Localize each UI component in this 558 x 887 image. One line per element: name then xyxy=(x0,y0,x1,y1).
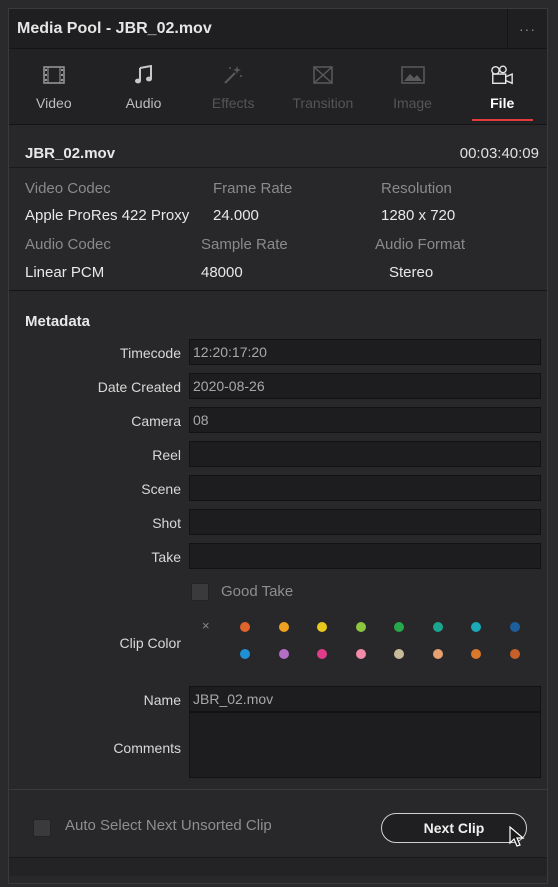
reel-label: Reel xyxy=(152,447,181,463)
clip-color-swatch[interactable] xyxy=(432,649,443,659)
inspector-tabs: Video Audio Effects Transition Image Fil… xyxy=(9,49,547,125)
tab-file[interactable]: File xyxy=(457,49,547,124)
clip-duration: 00:03:40:09 xyxy=(459,145,539,162)
auto-select-checkbox[interactable] xyxy=(33,819,51,837)
clip-color-swatch[interactable] xyxy=(355,622,366,632)
tab-image-label: Image xyxy=(393,95,432,111)
good-take-checkbox[interactable] xyxy=(191,583,209,601)
tab-transition[interactable]: Transition xyxy=(278,49,368,124)
comments-field[interactable] xyxy=(189,712,541,778)
clip-color-swatch[interactable] xyxy=(317,649,327,659)
tab-transition-label: Transition xyxy=(292,95,354,111)
tab-audio[interactable]: Audio xyxy=(99,49,189,124)
shot-field[interactable] xyxy=(189,509,541,535)
auto-select-label: Auto Select Next Unsorted Clip xyxy=(65,817,272,834)
audio-codec-value: Linear PCM xyxy=(25,264,105,281)
sample-rate-value: 48000 xyxy=(201,264,243,281)
transition-icon xyxy=(311,63,335,87)
divider xyxy=(9,167,547,168)
good-take-label: Good Take xyxy=(221,583,294,600)
mouse-cursor-icon xyxy=(509,825,525,852)
clip-color-swatch[interactable] xyxy=(394,622,404,632)
clip-color-swatch[interactable] xyxy=(394,649,404,659)
camera-label: Camera xyxy=(131,413,181,429)
clip-info-section: JBR_02.mov 00:03:40:09 Video Codec Frame… xyxy=(9,126,547,291)
more-options-icon[interactable]: ··· xyxy=(507,9,547,49)
date-created-field[interactable]: 2020-08-26 xyxy=(189,373,541,399)
name-field[interactable]: JBR_02.mov xyxy=(189,686,541,712)
tab-video-label: Video xyxy=(36,95,72,111)
clip-color-swatch[interactable] xyxy=(471,622,481,632)
audio-codec-label: Audio Codec xyxy=(25,236,111,253)
clip-color-swatch[interactable] xyxy=(432,622,443,632)
clip-color-swatch[interactable] xyxy=(240,649,250,659)
music-note-icon xyxy=(132,63,156,87)
audio-format-value: Stereo xyxy=(389,264,434,281)
timecode-label: Timecode xyxy=(120,345,181,361)
tab-file-label: File xyxy=(490,95,515,111)
camera-field[interactable]: 08 xyxy=(189,407,541,433)
take-field[interactable] xyxy=(189,543,541,569)
shot-label: Shot xyxy=(152,515,181,531)
panel-titlebar: Media Pool - JBR_02.mov ··· xyxy=(9,9,547,49)
video-codec-value: Apple ProRes 422 Proxy xyxy=(25,207,190,224)
clip-color-swatch[interactable] xyxy=(317,622,327,632)
tab-effects-label: Effects xyxy=(211,95,255,111)
tab-video[interactable]: Video xyxy=(9,49,99,124)
media-pool-inspector-panel: Media Pool - JBR_02.mov ··· Video Audio … xyxy=(8,8,548,884)
panel-title: Media Pool - JBR_02.mov xyxy=(17,19,212,37)
clip-color-swatch[interactable] xyxy=(471,649,481,659)
frame-rate-value: 24.000 xyxy=(213,207,259,224)
sample-rate-label: Sample Rate xyxy=(201,236,288,253)
audio-format-label: Audio Format xyxy=(375,236,466,253)
clip-color-label: Clip Color xyxy=(119,635,181,651)
clip-name: JBR_02.mov xyxy=(25,145,116,162)
magic-wand-icon xyxy=(221,63,245,87)
reel-field[interactable] xyxy=(189,441,541,467)
file-reel-icon xyxy=(490,63,514,87)
tab-effects[interactable]: Effects xyxy=(188,49,278,124)
divider xyxy=(9,789,547,790)
panel-footer xyxy=(9,857,547,876)
tab-audio-label: Audio xyxy=(125,95,162,111)
metadata-section: Metadata Timecode 12:20:17:20 Date Creat… xyxy=(9,292,547,876)
clip-color-swatch[interactable] xyxy=(355,649,366,659)
clip-color-swatch[interactable] xyxy=(278,649,289,659)
tab-image[interactable]: Image xyxy=(368,49,458,124)
timecode-field[interactable]: 12:20:17:20 xyxy=(189,339,541,365)
resolution-label: Resolution xyxy=(381,180,452,197)
clip-color-none-icon[interactable]: × xyxy=(202,618,210,633)
clip-color-swatch[interactable] xyxy=(509,649,520,659)
metadata-heading: Metadata xyxy=(25,313,91,330)
clip-color-swatch[interactable] xyxy=(278,622,289,632)
take-label: Take xyxy=(151,549,181,565)
next-clip-button[interactable]: Next Clip xyxy=(381,813,527,843)
scene-field[interactable] xyxy=(189,475,541,501)
image-icon xyxy=(400,63,425,87)
name-label: Name xyxy=(143,692,181,708)
clip-color-swatch[interactable] xyxy=(240,622,250,632)
film-icon xyxy=(42,63,66,87)
comments-label: Comments xyxy=(113,740,181,756)
video-codec-label: Video Codec xyxy=(25,180,111,197)
scene-label: Scene xyxy=(141,481,181,497)
date-created-label: Date Created xyxy=(97,379,181,395)
resolution-value: 1280 x 720 xyxy=(381,207,456,224)
clip-color-swatch[interactable] xyxy=(509,622,520,632)
frame-rate-label: Frame Rate xyxy=(213,180,293,197)
